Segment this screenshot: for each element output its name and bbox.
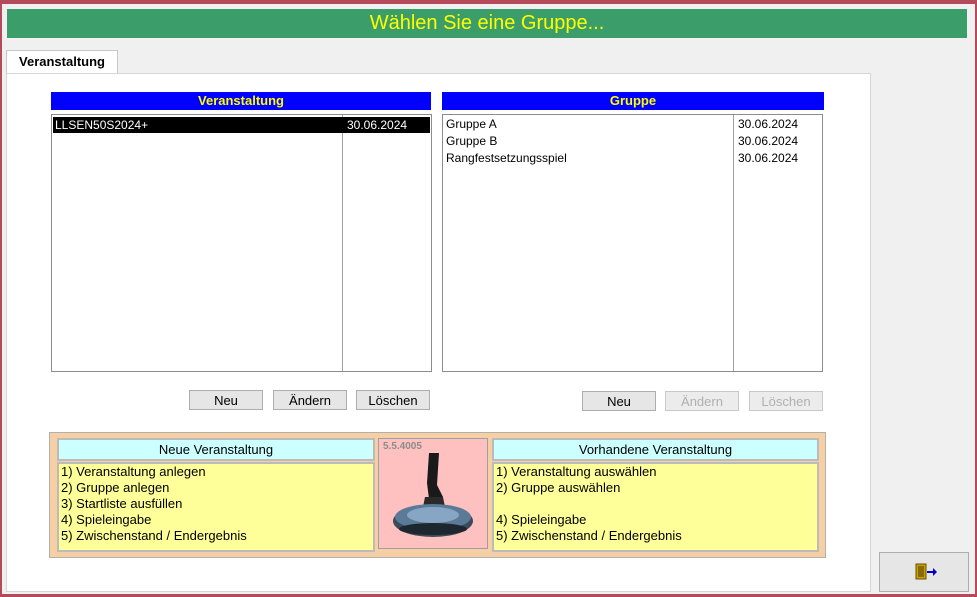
group-edit-button: Ändern bbox=[665, 391, 739, 411]
exit-door-icon bbox=[915, 563, 937, 580]
existing-step: 2) Gruppe auswählen bbox=[496, 480, 621, 495]
events-column-divider bbox=[342, 115, 343, 371]
curling-stone-image: 5.5.4005 bbox=[378, 438, 488, 549]
events-listbox[interactable]: LLSEN50S2024+ 30.06.2024 bbox=[51, 114, 432, 372]
window-frame-top bbox=[0, 0, 977, 4]
group-row[interactable]: Gruppe B 30.06.2024 bbox=[444, 133, 821, 149]
new-step: 2) Gruppe anlegen bbox=[61, 480, 170, 495]
version-label: 5.5.4005 bbox=[383, 441, 422, 452]
group-name: Gruppe B bbox=[446, 134, 498, 148]
group-date: 30.06.2024 bbox=[738, 117, 799, 131]
new-step: 5) Zwischenstand / Endergebnis bbox=[61, 528, 247, 543]
group-new-button[interactable]: Neu bbox=[582, 391, 656, 411]
event-new-button[interactable]: Neu bbox=[189, 390, 263, 410]
group-name: Rangfestsetzungsspiel bbox=[446, 151, 567, 165]
page-title: Wählen Sie eine Gruppe... bbox=[7, 9, 967, 38]
curling-stone-icon bbox=[393, 453, 473, 537]
new-step: 3) Startliste ausfüllen bbox=[61, 496, 183, 511]
groups-listbox[interactable]: Gruppe A 30.06.2024 Gruppe B 30.06.2024 … bbox=[442, 114, 823, 372]
event-row[interactable]: LLSEN50S2024+ 30.06.2024 bbox=[53, 117, 430, 133]
new-step: 4) Spieleingabe bbox=[61, 512, 152, 527]
event-name: LLSEN50S2024+ bbox=[55, 118, 149, 132]
group-date: 30.06.2024 bbox=[738, 151, 799, 165]
group-date: 30.06.2024 bbox=[738, 134, 799, 148]
existing-step: 1) Veranstaltung auswählen bbox=[496, 464, 657, 479]
new-event-steps: 1) Veranstaltung anlegen 2) Gruppe anleg… bbox=[57, 462, 375, 552]
existing-step: 5) Zwischenstand / Endergebnis bbox=[496, 528, 682, 543]
existing-event-steps: 1) Veranstaltung auswählen 2) Gruppe aus… bbox=[492, 462, 819, 552]
group-row[interactable]: Rangfestsetzungsspiel 30.06.2024 bbox=[444, 150, 821, 166]
new-event-title: Neue Veranstaltung bbox=[57, 438, 375, 461]
existing-step: 4) Spieleingabe bbox=[496, 512, 587, 527]
event-edit-button[interactable]: Ändern bbox=[273, 390, 347, 410]
exit-button[interactable] bbox=[879, 552, 969, 592]
tab-veranstaltung[interactable]: Veranstaltung bbox=[6, 50, 118, 74]
event-delete-button[interactable]: Löschen bbox=[356, 390, 430, 410]
group-delete-button: Löschen bbox=[749, 391, 823, 411]
event-date: 30.06.2024 bbox=[347, 118, 408, 132]
group-row[interactable]: Gruppe A 30.06.2024 bbox=[444, 116, 821, 132]
groups-list-header: Gruppe bbox=[442, 92, 824, 110]
events-list-header: Veranstaltung bbox=[51, 92, 431, 110]
group-name: Gruppe A bbox=[446, 117, 497, 131]
window-frame-left bbox=[0, 0, 2, 597]
existing-step bbox=[494, 496, 817, 512]
new-step: 1) Veranstaltung anlegen bbox=[61, 464, 206, 479]
existing-event-title: Vorhandene Veranstaltung bbox=[492, 438, 819, 461]
